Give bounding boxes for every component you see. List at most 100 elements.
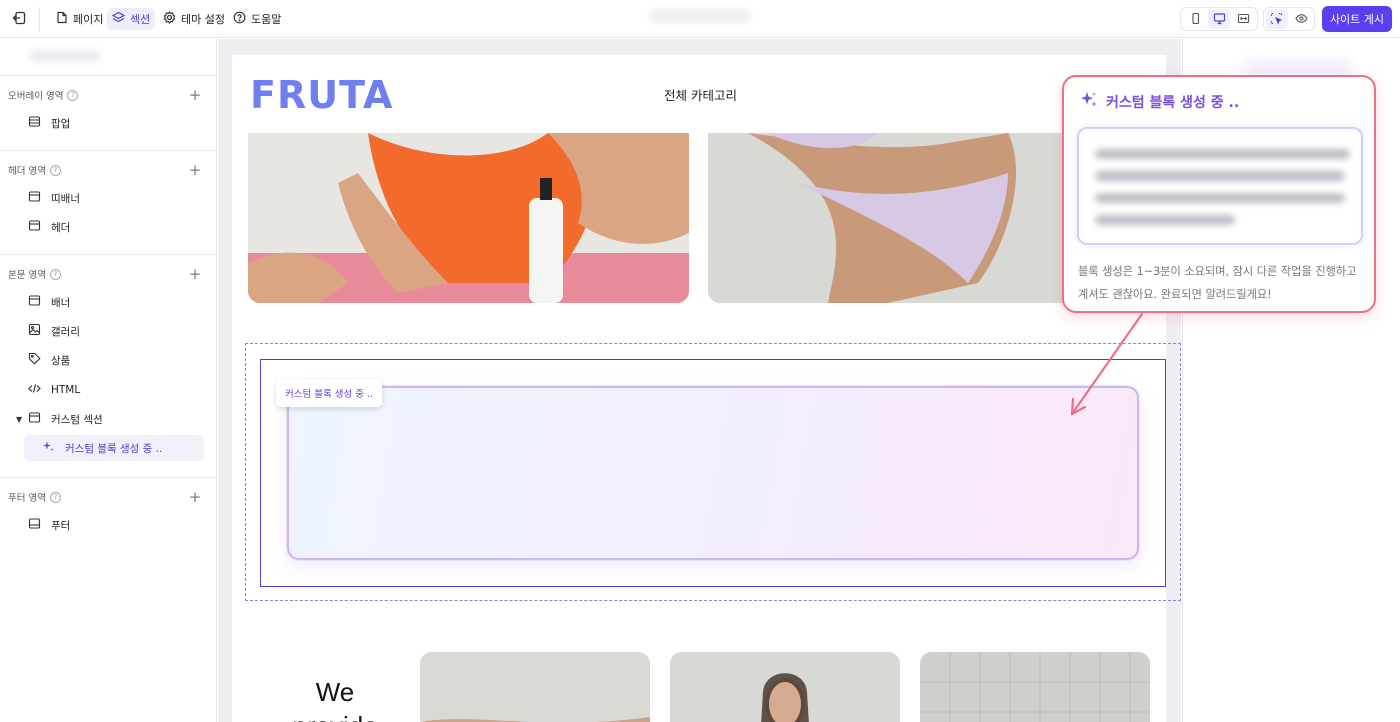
blurred-text xyxy=(1095,149,1350,159)
gallery-image-2 xyxy=(670,652,900,722)
tab-pages-label: 페이지 xyxy=(73,13,104,26)
tag-icon xyxy=(28,352,41,368)
sparkle-icon xyxy=(1079,91,1099,113)
banner-image-right xyxy=(708,133,1088,303)
file-icon xyxy=(55,11,68,27)
sidebar-item-custom-block-generating[interactable]: 커스텀 블록 생성 중 .. xyxy=(24,435,204,461)
sidebar-divider xyxy=(0,150,216,151)
group-title: 오버레이 영역 xyxy=(8,91,64,102)
footer-icon xyxy=(28,517,41,533)
nav-all-categories[interactable]: 전체 카테고리 xyxy=(664,85,737,104)
site-name-blurred xyxy=(650,8,750,24)
caret-down-icon[interactable]: ▼ xyxy=(16,415,22,424)
preview-button[interactable] xyxy=(1291,9,1313,29)
select-mode-button[interactable] xyxy=(1265,9,1288,29)
group-title: 헤더 영역 xyxy=(8,166,46,177)
gallery-image-1 xyxy=(420,652,650,722)
banner-strip-icon xyxy=(28,190,41,206)
custom-block-placeholder xyxy=(287,386,1139,560)
sidebar-item-label: 팝업 xyxy=(51,117,71,130)
section-icon xyxy=(28,411,41,427)
sidebar-group-body: 본문 영역 ? + xyxy=(8,265,204,283)
popup-icon xyxy=(28,115,41,131)
desktop-view-button[interactable] xyxy=(1208,9,1230,29)
info-icon[interactable]: ? xyxy=(49,491,61,503)
header-icon xyxy=(28,219,41,235)
publish-site-button[interactable]: 사이트 게시 xyxy=(1322,6,1392,32)
callout-message: 블록 생성은 1~3분이 소요되며, 잠시 다른 작업을 진행하고 계셔도 괜찮… xyxy=(1078,265,1357,301)
exit-editor-button[interactable] xyxy=(8,8,30,30)
sidebar-item-label: 띠배너 xyxy=(51,192,80,205)
device-switcher xyxy=(1180,7,1258,31)
layers-icon xyxy=(111,11,126,27)
sidebar-item-label: 상품 xyxy=(51,354,71,367)
sidebar-item-strip-banner[interactable]: 띠배너 xyxy=(24,185,204,211)
group-title: 푸터 영역 xyxy=(8,493,46,504)
site-logo[interactable]: FRUTA xyxy=(250,73,393,117)
sidebar-item-label: 커스텀 섹션 xyxy=(51,413,103,426)
help-icon xyxy=(233,11,246,27)
sidebar-item-custom-section[interactable]: 커스텀 섹션 xyxy=(24,406,204,432)
sidebar-title-blurred xyxy=(30,49,100,63)
sidebar-item-label: 배너 xyxy=(51,296,71,309)
view-mode-switcher xyxy=(1263,7,1315,31)
sidebar-item-label: 푸터 xyxy=(51,519,71,532)
eye-icon xyxy=(1295,10,1308,29)
editor-canvas: FRUTA 전체 카테고리 커스텀 블록 생성 중 .. We xyxy=(218,39,1181,722)
sidebar-item-banner[interactable]: 배너 xyxy=(24,289,204,315)
sidebar-item-products[interactable]: 상품 xyxy=(24,347,204,373)
generating-badge: 커스텀 블록 생성 중 .. xyxy=(276,379,383,407)
add-section-button[interactable]: + xyxy=(186,488,204,506)
sidebar-divider xyxy=(0,477,216,478)
tab-theme-label: 테마 설정 xyxy=(181,13,225,26)
generation-status-callout: 커스텀 블록 생성 중 .. 블록 생성은 1~3분이 소요되며, 잠시 다른 … xyxy=(1062,75,1376,313)
sidebar-item-label: 헤더 xyxy=(51,221,71,234)
sidebar-item-footer[interactable]: 푸터 xyxy=(24,512,204,538)
info-icon[interactable]: ? xyxy=(67,89,79,101)
sidebar-item-label: 갤러리 xyxy=(51,325,80,338)
mobile-icon xyxy=(1189,10,1202,29)
sidebar-group-footer: 푸터 영역 ? + xyxy=(8,488,204,506)
sidebar-divider xyxy=(0,75,216,76)
blurred-text xyxy=(1095,215,1235,225)
tab-theme-settings[interactable]: 테마 설정 xyxy=(158,8,230,30)
info-icon[interactable]: ? xyxy=(49,164,61,176)
tab-pages[interactable]: 페이지 xyxy=(50,8,108,30)
code-icon xyxy=(28,382,41,398)
desktop-icon xyxy=(1213,10,1226,29)
sidebar-item-header[interactable]: 헤더 xyxy=(24,214,204,240)
sidebar-item-popup[interactable]: 팝업 xyxy=(24,110,204,136)
sidebar-item-label: HTML xyxy=(51,384,81,396)
info-icon[interactable]: ? xyxy=(49,268,61,280)
image-icon xyxy=(28,323,41,339)
sidebar-item-html[interactable]: HTML xyxy=(24,377,204,403)
gear-icon xyxy=(163,11,176,27)
add-section-button[interactable]: + xyxy=(186,265,204,283)
callout-title: 커스텀 블록 생성 중 .. xyxy=(1106,95,1240,111)
sidebar-item-label: 커스텀 블록 생성 중 .. xyxy=(65,442,163,455)
tab-help-label: 도움말 xyxy=(251,13,282,26)
blurred-text xyxy=(1095,193,1345,203)
section-sidebar: 오버레이 영역 ? + 팝업 헤더 영역 ? + 띠배너 헤더 본문 영역 ? … xyxy=(0,39,217,722)
exit-icon xyxy=(12,10,26,29)
top-toolbar: 페이지 섹션 테마 설정 도움말 사이트 게시 xyxy=(0,0,1400,38)
mobile-view-button[interactable] xyxy=(1184,9,1206,29)
tab-help[interactable]: 도움말 xyxy=(228,8,286,30)
banner-image-left xyxy=(248,133,689,303)
block-prompt-field[interactable] xyxy=(1077,127,1363,245)
callout-header: 커스텀 블록 생성 중 .. xyxy=(1079,91,1239,113)
add-section-button[interactable]: + xyxy=(186,161,204,179)
sidebar-item-gallery[interactable]: 갤러리 xyxy=(24,318,204,344)
sidebar-divider xyxy=(0,254,216,255)
group-title: 본문 영역 xyxy=(8,270,46,281)
sparkle-icon xyxy=(42,440,55,456)
sidebar-group-header: 헤더 영역 ? + xyxy=(8,161,204,179)
tab-sections-label: 섹션 xyxy=(130,13,151,26)
sidebar-group-overlay: 오버레이 영역 ? + xyxy=(8,86,204,104)
pointer-arrow xyxy=(1070,312,1144,416)
add-section-button[interactable]: + xyxy=(186,86,204,104)
section-headline: We provide xyxy=(292,677,377,722)
fullwidth-view-button[interactable] xyxy=(1232,9,1254,29)
tab-sections[interactable]: 섹션 xyxy=(107,8,156,30)
gallery-image-3 xyxy=(920,652,1150,722)
